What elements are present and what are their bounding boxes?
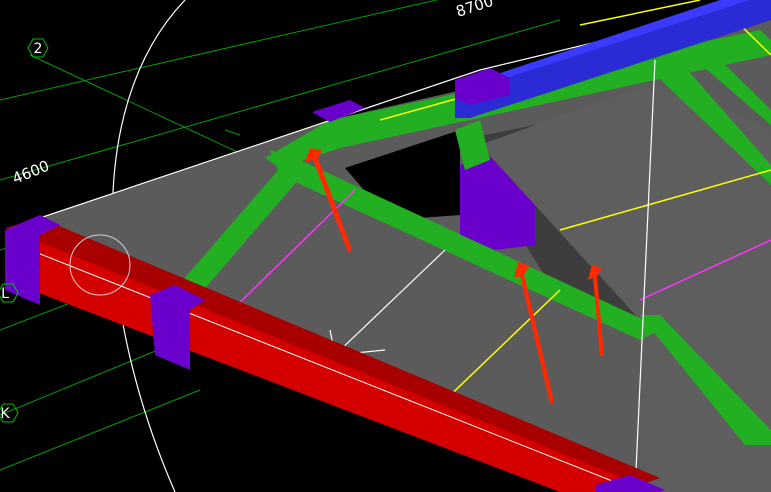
3d-model-viewport[interactable]: 2 K L 4600 8700 (0, 0, 771, 492)
dimension-8700: 8700 (454, 0, 496, 21)
grid-line (0, 0, 439, 101)
axis-label-l: L (1, 286, 9, 302)
axis-label-2: 2 (34, 41, 43, 57)
grid-line (224, 129, 241, 136)
grid-line (0, 344, 171, 416)
grid-line (0, 389, 201, 471)
axis-label-k: K (0, 406, 10, 422)
dimension-4600: 4600 (10, 157, 52, 188)
axis-marker-2[interactable]: 2 (27, 38, 49, 58)
axis-marker-k[interactable]: K (0, 403, 19, 423)
model-canvas[interactable]: 2 K L 4600 8700 (0, 0, 771, 492)
